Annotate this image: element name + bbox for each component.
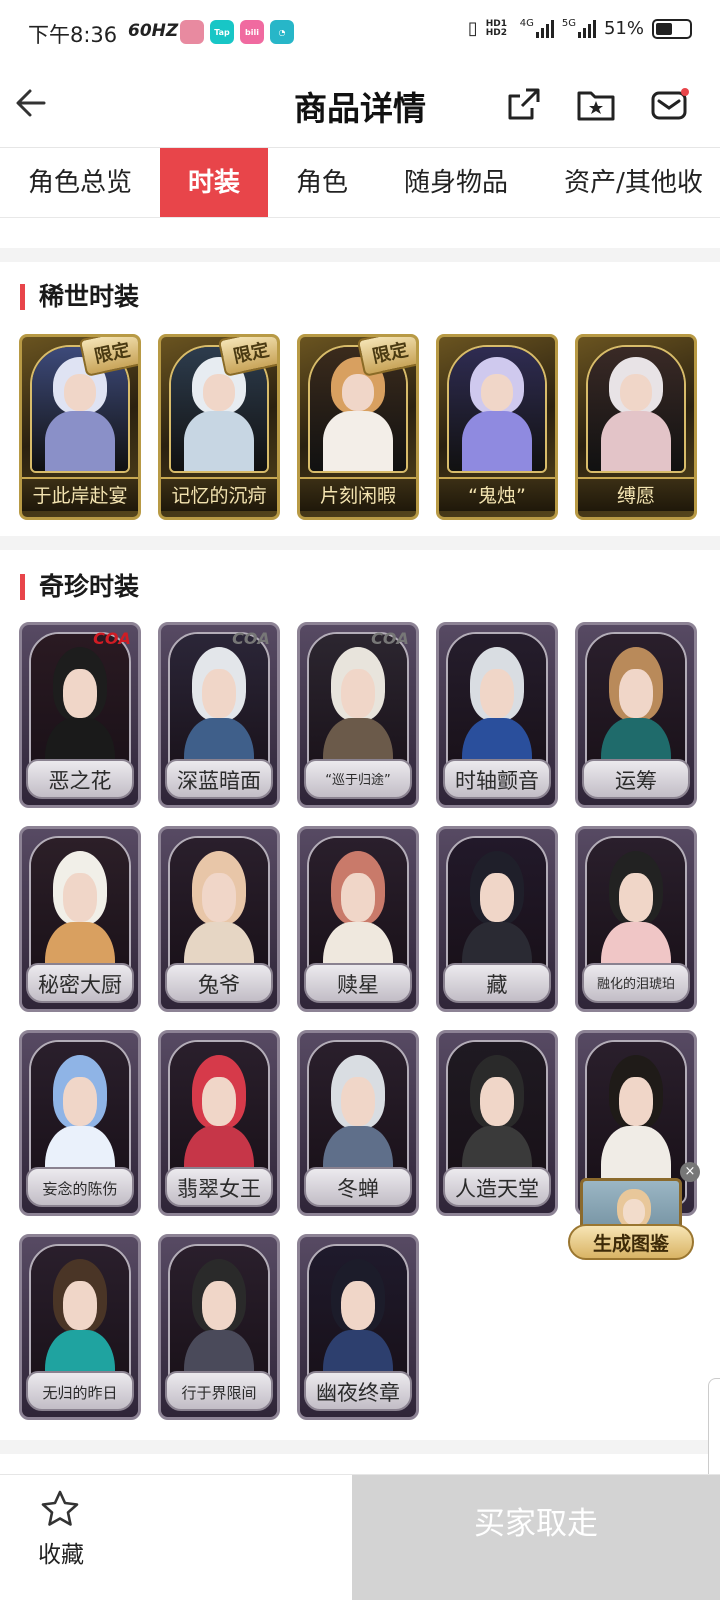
outfit-name: 于此岸赴宴 [22,477,138,511]
link-app-icon: ◔ [270,20,294,44]
game-app-icon [180,20,204,44]
precious-outfit-card[interactable]: 兔爷 [158,826,280,1012]
outfit-name: 秘密大厨 [26,963,134,1003]
rare-outfit-grid: 于此岸赴宴 限定 记忆的沉疴 限定 片刻闲暇 限定 “鬼烛” 缚愿 [19,334,697,520]
tab-assets[interactable]: 资产/其他收 [536,148,720,217]
status-bar: 下午8:36 60HZ Tap bili ◔ ▯ HD1 HD2 4G 5G 5… [0,0,720,64]
outfit-name: 幽夜终章 [304,1371,412,1411]
folder-star-icon[interactable] [576,88,616,126]
outfit-name: “鬼烛” [439,477,555,511]
outfit-name: 运筹 [582,759,690,799]
navigation-bar: 商品详情 [0,64,720,148]
bottom-bar: 收藏 买家取走 [0,1474,720,1600]
section-title-rare: 稀世时装 [20,284,139,310]
tab-characters[interactable]: 角色 [268,148,376,217]
notification-icons: Tap bili ◔ [180,20,294,44]
rare-outfit-card[interactable]: 片刻闲暇 限定 [297,334,419,520]
limited-badge: 限定 [217,337,277,377]
precious-outfit-card[interactable]: 藏 [436,826,558,1012]
precious-outfit-card[interactable]: 无归的昨日 [19,1234,141,1420]
precious-outfit-card[interactable]: 运筹 [575,622,697,808]
rare-outfit-card[interactable]: 于此岸赴宴 限定 [19,334,141,520]
net2-label: 5G [561,18,576,29]
generate-catalog-widget[interactable]: 生成图鉴 × [568,1162,700,1260]
outfit-name: 赎星 [304,963,412,1003]
outfit-name: 妄念的陈伤 [26,1167,134,1207]
section-divider [0,536,720,550]
status-time: 下午8:36 [28,23,118,47]
rare-outfit-card[interactable]: “鬼烛” [436,334,558,520]
outfit-portrait [447,345,547,473]
outfit-name: 行于界限间 [165,1371,273,1411]
signal-icon [535,19,554,38]
outfit-name: 深蓝暗面 [165,759,273,799]
precious-outfit-card[interactable]: 深蓝暗面 COA [158,622,280,808]
limited-badge: 限定 [356,337,416,377]
tab-overview[interactable]: 角色总览 [0,148,160,217]
precious-outfit-card[interactable]: “巡于归途” COA [297,622,419,808]
precious-outfit-card[interactable]: 人造天堂 [436,1030,558,1216]
tab-accessories[interactable]: 随身物品 [376,148,536,217]
outfit-name: “巡于归途” [304,759,412,799]
buyer-take-button[interactable]: 买家取走 [352,1475,720,1600]
outfit-portrait [586,345,686,473]
taptap-icon: Tap [210,20,234,44]
outfit-name: 融化的泪琥珀 [582,963,690,1003]
section-divider [0,248,720,262]
outfit-name: 人造天堂 [443,1167,551,1207]
tab-outfits[interactable]: 时装 [160,148,269,217]
battery-fill [656,22,673,35]
limited-badge: 限定 [78,337,138,377]
hd-icon: HD1 HD2 [485,18,507,38]
precious-outfit-card[interactable]: 行于界限间 [158,1234,280,1420]
outfit-name: 翡翠女王 [165,1167,273,1207]
precious-outfit-card[interactable]: 幽夜终章 [297,1234,419,1420]
outfit-name: 缚愿 [578,477,694,511]
net1-label: 4G [519,18,534,29]
close-icon[interactable]: × [680,1162,700,1182]
bilibili-icon: bili [240,20,264,44]
section-title-precious: 奇珍时装 [20,574,139,600]
precious-outfit-card[interactable]: 翡翠女王 [158,1030,280,1216]
battery-percent: 51% [603,18,644,39]
category-tabs: 角色总览 时装 角色 随身物品 资产/其他收 [0,148,720,218]
share-icon[interactable] [506,86,542,126]
favorite-label: 收藏 [38,1542,84,1568]
generate-catalog-button[interactable]: 生成图鉴 [568,1224,694,1260]
outfit-name: 恶之花 [26,759,134,799]
outfit-name: 时轴颤音 [443,759,551,799]
outfit-name: 记忆的沉疴 [161,477,277,511]
outfit-name: 冬蝉 [304,1167,412,1207]
signal-icon-2 [577,19,596,38]
outfit-name: 兔爷 [165,963,273,1003]
precious-outfit-card[interactable]: 妄念的陈伤 [19,1030,141,1216]
precious-outfit-card[interactable]: 冬蝉 [297,1030,419,1216]
outfit-name: 片刻闲暇 [300,477,416,511]
precious-outfit-card[interactable]: 融化的泪琥珀 [575,826,697,1012]
side-drawer-handle[interactable] [708,1378,720,1488]
precious-outfit-card[interactable]: 赎星 [297,826,419,1012]
outfit-name: 无归的昨日 [26,1371,134,1411]
vibrate-icon: ▯ [467,18,478,39]
refresh-rate: 60HZ [128,21,179,41]
precious-outfit-card[interactable]: 恶之花 COA [19,622,141,808]
coa-tag: COA [371,628,409,648]
section-divider [0,1440,720,1454]
rare-outfit-card[interactable]: 记忆的沉疴 限定 [158,334,280,520]
precious-outfit-card[interactable]: 时轴颤音 [436,622,558,808]
precious-outfit-card[interactable]: 秘密大厨 [19,826,141,1012]
outfit-name: 藏 [443,963,551,1003]
rare-outfit-card[interactable]: 缚愿 [575,334,697,520]
star-outline-icon [40,1489,80,1533]
status-right: ▯ HD1 HD2 4G 5G 51% [468,18,692,39]
favorite-button[interactable]: 收藏 [0,1475,352,1600]
precious-outfit-grid: 恶之花 COA 深蓝暗面 COA “巡于归途” COA 时轴颤音 运筹秘密大厨 兔爷 赎星藏融化的… [19,622,697,1420]
coa-tag: COA [232,628,270,648]
mail-icon[interactable] [650,88,690,126]
coa-tag: COA [93,628,131,648]
battery-icon [652,18,692,39]
